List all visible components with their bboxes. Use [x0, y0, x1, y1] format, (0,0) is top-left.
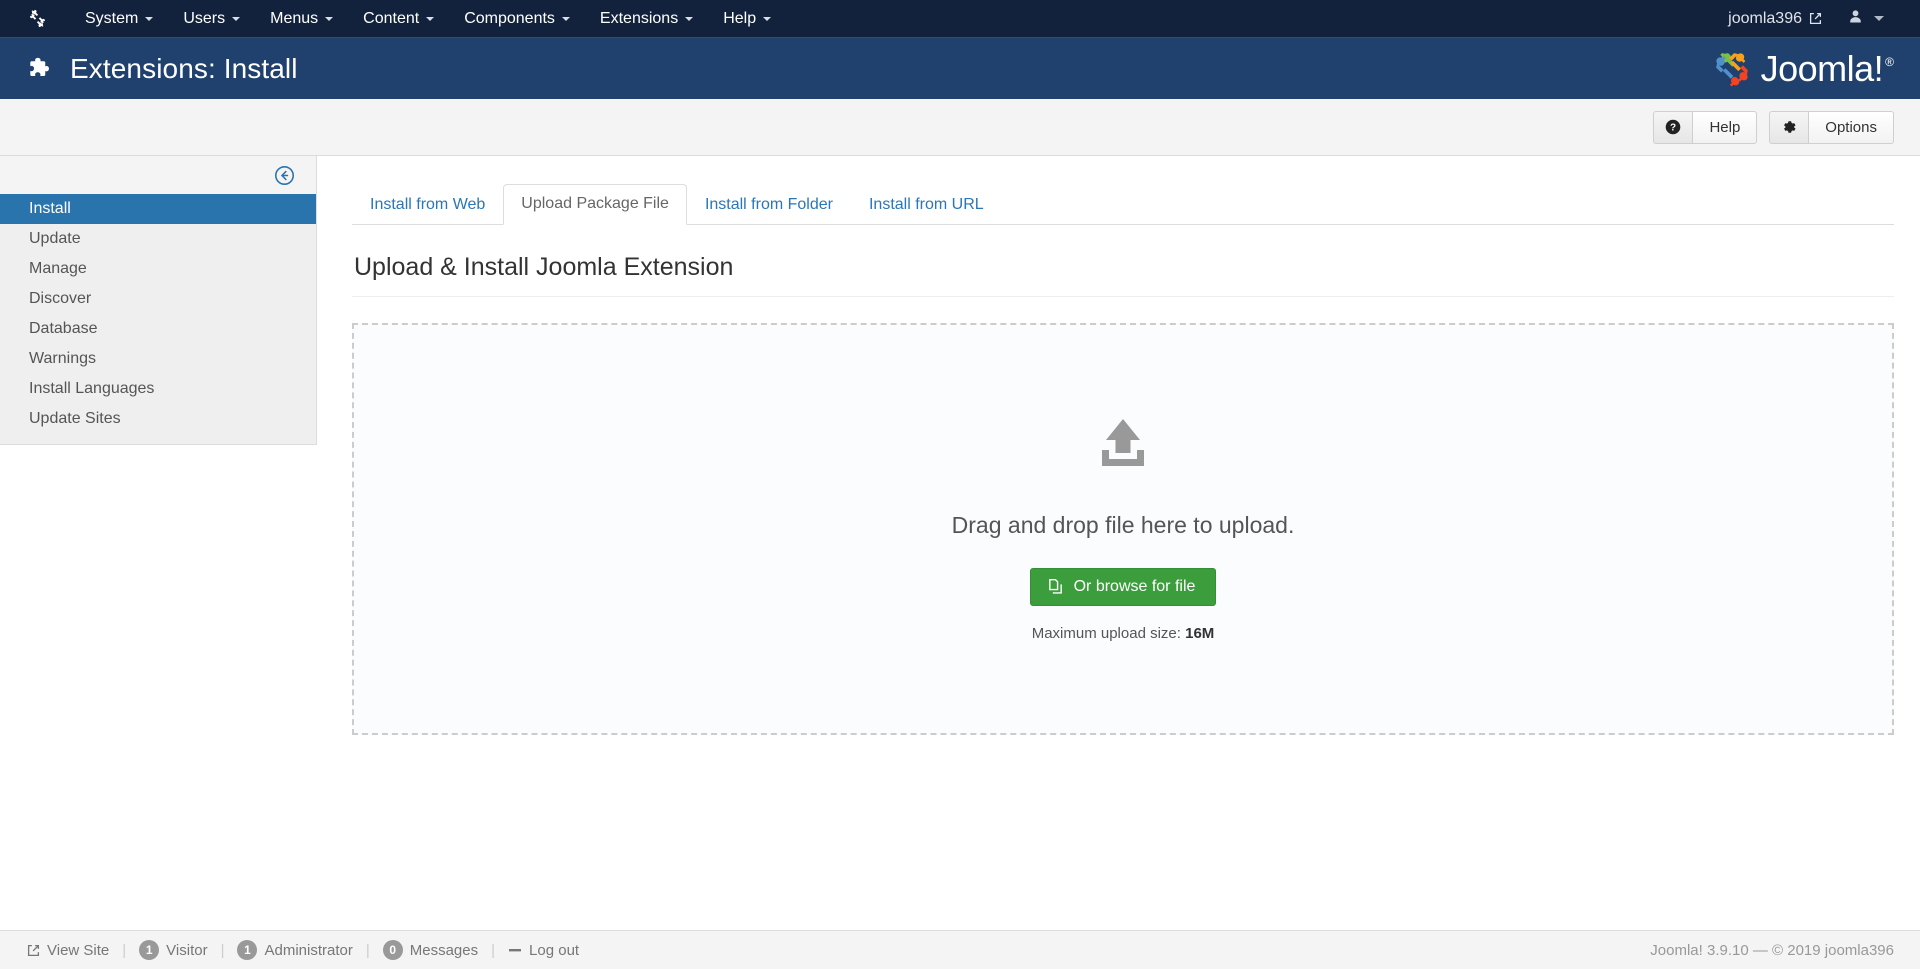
- svg-text:?: ?: [1670, 123, 1676, 134]
- menu-item-components[interactable]: Components: [449, 0, 585, 37]
- browse-for-file-button[interactable]: Or browse for file: [1030, 568, 1217, 606]
- sidebar-item-label: Database: [29, 320, 98, 337]
- sidebar-item-database[interactable]: Database: [0, 314, 316, 344]
- sidebar-item-label: Update: [29, 230, 81, 247]
- body-container: Install Update Manage Discover Database …: [0, 156, 1920, 916]
- sidebar-toggle-row: [0, 156, 316, 194]
- sidebar-item-manage[interactable]: Manage: [0, 254, 316, 284]
- chevron-down-icon: [426, 17, 434, 21]
- gear-icon[interactable]: [1769, 111, 1808, 144]
- menu-label: Content: [363, 0, 419, 37]
- options-button-label[interactable]: Options: [1808, 111, 1894, 144]
- logout-label: Log out: [529, 942, 579, 959]
- visitor-counter[interactable]: 1 Visitor: [126, 940, 220, 960]
- sidebar-item-label: Warnings: [29, 350, 96, 367]
- menu-item-menus[interactable]: Menus: [255, 0, 348, 37]
- copy-file-icon: [1047, 578, 1064, 595]
- administrator-label: Administrator: [264, 942, 352, 959]
- joomla-logo: Joomla! ®: [1712, 48, 1894, 90]
- external-link-icon: [27, 944, 40, 957]
- upload-arrow-icon: [1095, 417, 1151, 474]
- page-title: Extensions: Install: [70, 53, 298, 85]
- chevron-down-icon: [685, 17, 693, 21]
- chevron-down-icon: [232, 17, 240, 21]
- status-footer: View Site | 1 Visitor | 1 Administrator …: [0, 930, 1920, 969]
- menu-label: Users: [183, 0, 225, 37]
- joomla-logo-text: Joomla!: [1761, 48, 1884, 90]
- sidebar-item-label: Install Languages: [29, 380, 154, 397]
- sidebar-item-label: Discover: [29, 290, 91, 307]
- sidebar-item-discover[interactable]: Discover: [0, 284, 316, 314]
- sidebar-item-label: Update Sites: [29, 410, 121, 427]
- external-link-icon: [1809, 12, 1822, 25]
- administrator-counter[interactable]: 1 Administrator: [224, 940, 365, 960]
- visitor-count-badge: 1: [139, 940, 159, 960]
- tab-install-from-web[interactable]: Install from Web: [352, 185, 503, 225]
- site-name-label: joomla396: [1728, 10, 1802, 28]
- view-site-link[interactable]: View Site: [14, 942, 122, 959]
- topbar-right-cluster: joomla396: [1714, 0, 1898, 37]
- sidebar-item-update-sites[interactable]: Update Sites: [0, 404, 316, 434]
- menu-label: Menus: [270, 0, 318, 37]
- menu-label: Extensions: [600, 0, 678, 37]
- tab-upload-package-file[interactable]: Upload Package File: [503, 184, 687, 225]
- sidebar-item-install[interactable]: Install: [0, 194, 316, 224]
- file-dropzone[interactable]: Drag and drop file here to upload. Or br…: [352, 323, 1894, 735]
- options-button[interactable]: Options: [1769, 111, 1894, 144]
- menu-label: Components: [464, 0, 555, 37]
- max-upload-size-label: Maximum upload size:: [1032, 625, 1181, 642]
- page-header: Extensions: Install Joomla! ®: [0, 37, 1920, 99]
- joomla-brand-icon[interactable]: [26, 8, 48, 30]
- help-button-label[interactable]: Help: [1692, 111, 1757, 144]
- copyright-text: Joomla! 3.9.10 — © 2019 joomla396: [1650, 942, 1894, 959]
- chevron-down-icon: [763, 17, 771, 21]
- main-content: Install from Web Upload Package File Ins…: [317, 156, 1920, 916]
- top-navbar: System Users Menus Content Components Ex…: [0, 0, 1920, 37]
- minus-icon: [508, 945, 522, 955]
- visitor-label: Visitor: [166, 942, 207, 959]
- sidebar-item-warnings[interactable]: Warnings: [0, 344, 316, 374]
- chevron-down-icon: [1874, 16, 1884, 21]
- user-avatar-icon: [1848, 9, 1863, 29]
- messages-label: Messages: [410, 942, 478, 959]
- sidebar-menu: Install Update Manage Discover Database …: [0, 194, 316, 434]
- site-name-link[interactable]: joomla396: [1714, 0, 1836, 37]
- view-site-label: View Site: [47, 942, 109, 959]
- dropzone-instruction: Drag and drop file here to upload.: [952, 512, 1295, 539]
- menu-item-users[interactable]: Users: [168, 0, 255, 37]
- sidebar-item-label: Install: [29, 200, 71, 217]
- user-menu-button[interactable]: [1836, 0, 1898, 37]
- tab-install-from-folder[interactable]: Install from Folder: [687, 185, 851, 225]
- help-button[interactable]: ? Help: [1653, 111, 1757, 144]
- install-tabs: Install from Web Upload Package File Ins…: [352, 184, 1894, 225]
- menu-label: Help: [723, 0, 756, 37]
- menu-item-system[interactable]: System: [70, 0, 168, 37]
- sidebar-item-update[interactable]: Update: [0, 224, 316, 254]
- arrow-circle-left-icon[interactable]: [274, 165, 295, 186]
- sidebar-item-label: Manage: [29, 260, 87, 277]
- menu-item-content[interactable]: Content: [348, 0, 449, 37]
- puzzle-piece-icon: [26, 55, 54, 83]
- menu-label: System: [85, 0, 138, 37]
- menu-item-help[interactable]: Help: [708, 0, 786, 37]
- messages-counter[interactable]: 0 Messages: [370, 940, 491, 960]
- sidebar-item-install-languages[interactable]: Install Languages: [0, 374, 316, 404]
- panel-title: Upload & Install Joomla Extension: [352, 225, 1894, 297]
- question-circle-icon[interactable]: ?: [1653, 111, 1692, 144]
- menu-item-extensions[interactable]: Extensions: [585, 0, 708, 37]
- chevron-down-icon: [562, 17, 570, 21]
- toolbar: ? Help Options: [0, 99, 1920, 156]
- browse-button-label: Or browse for file: [1074, 578, 1196, 596]
- tab-install-from-url[interactable]: Install from URL: [851, 185, 1002, 225]
- sidebar: Install Update Manage Discover Database …: [0, 156, 317, 445]
- messages-count-badge: 0: [383, 940, 403, 960]
- chevron-down-icon: [145, 17, 153, 21]
- trademark-symbol: ®: [1885, 55, 1894, 69]
- main-menu: System Users Menus Content Components Ex…: [70, 0, 786, 37]
- logout-link[interactable]: Log out: [495, 942, 592, 959]
- max-upload-size: Maximum upload size: 16M: [1032, 625, 1215, 642]
- chevron-down-icon: [325, 17, 333, 21]
- max-upload-size-value: 16M: [1185, 625, 1214, 642]
- administrator-count-badge: 1: [237, 940, 257, 960]
